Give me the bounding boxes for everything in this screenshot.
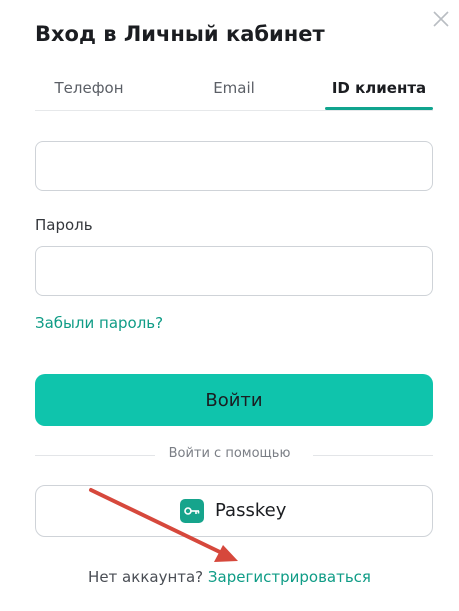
login-button[interactable]: Войти	[35, 374, 433, 426]
key-icon	[180, 499, 204, 523]
no-account-text: Нет аккаунта?	[88, 568, 204, 586]
alt-login-divider-text: Войти с помощью	[159, 446, 300, 461]
passkey-button-label: Passkey	[215, 500, 287, 521]
close-button[interactable]	[428, 6, 454, 32]
close-icon	[433, 11, 449, 27]
forgot-password-link[interactable]: Забыли пароль?	[35, 314, 163, 332]
passkey-button[interactable]: Passkey	[35, 485, 433, 537]
modal-title: Вход в Личный кабинет	[35, 22, 325, 46]
login-method-tabs: Телефон Email ID клиента	[35, 68, 433, 111]
tab-phone[interactable]: Телефон	[35, 68, 143, 108]
password-input[interactable]	[35, 246, 433, 296]
tab-client-id[interactable]: ID клиента	[325, 68, 433, 110]
alt-login-divider: Войти с помощью	[0, 446, 459, 461]
password-label: Пароль	[35, 216, 93, 234]
signup-row: Нет аккаунта? Зарегистрироваться	[0, 568, 459, 586]
tab-email[interactable]: Email	[180, 68, 288, 108]
client-id-input[interactable]	[35, 141, 433, 191]
register-link[interactable]: Зарегистрироваться	[208, 568, 371, 586]
